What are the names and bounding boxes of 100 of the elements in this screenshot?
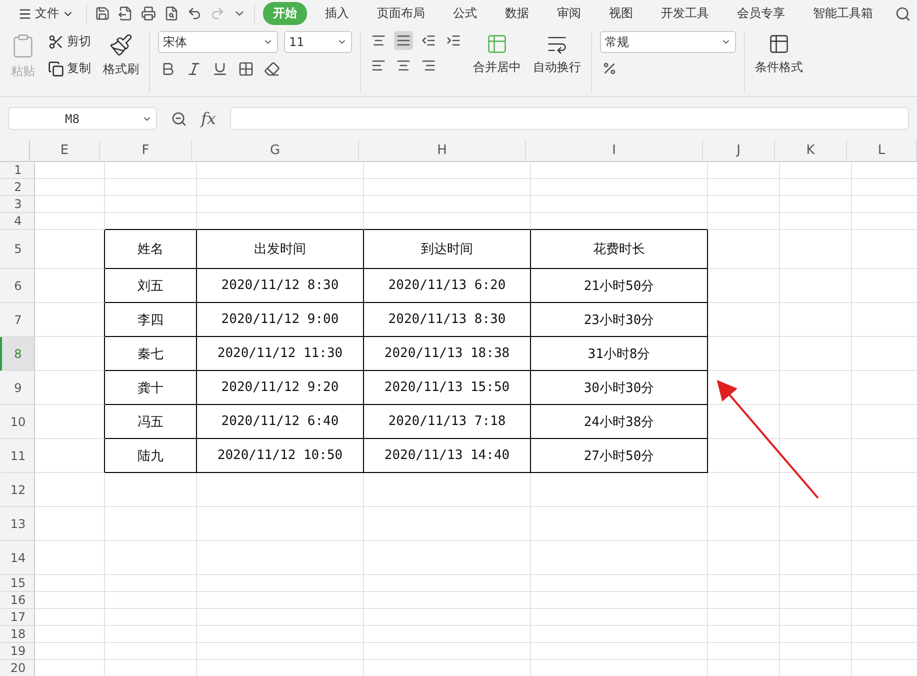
empty-cell xyxy=(780,643,852,660)
empty-cell xyxy=(708,196,780,213)
empty-cell xyxy=(780,230,852,269)
empty-cell xyxy=(708,269,780,303)
empty-cell xyxy=(780,196,852,213)
empty-cell xyxy=(708,626,780,643)
empty-cell xyxy=(708,405,780,439)
search-icon[interactable] xyxy=(895,6,911,22)
copy-button[interactable]: 复制 xyxy=(46,58,93,79)
empty-cell xyxy=(708,303,780,337)
ribbon-tab[interactable]: 视图 xyxy=(599,2,643,25)
empty-cell xyxy=(780,609,852,626)
column-header[interactable]: H xyxy=(359,140,526,161)
empty-cell xyxy=(708,337,780,371)
row-header[interactable]: 3 xyxy=(0,196,35,213)
row-header[interactable]: 20 xyxy=(0,660,35,676)
row-header[interactable]: 6 xyxy=(0,269,35,303)
row-header[interactable]: 15 xyxy=(0,575,35,592)
row-header[interactable]: 5 xyxy=(0,230,35,269)
ribbon-tab[interactable]: 会员专享 xyxy=(727,2,795,25)
column-header[interactable]: E xyxy=(30,140,100,161)
conditional-format-button[interactable]: 条件格式 xyxy=(753,31,805,96)
menu-icon xyxy=(18,6,32,20)
table-cell: 2020/11/12 8:30 xyxy=(197,269,364,303)
empty-cell xyxy=(780,473,852,507)
row-header[interactable]: 10 xyxy=(0,405,35,439)
empty-cell xyxy=(708,592,780,609)
column-header[interactable]: J xyxy=(703,140,775,161)
number-format-dropdown[interactable]: 常规 xyxy=(600,31,736,53)
font-size-dropdown[interactable]: 11 xyxy=(284,31,352,53)
file-menu[interactable]: 文件 xyxy=(14,5,78,22)
zoom-out-icon[interactable] xyxy=(171,110,187,126)
empty-cell xyxy=(708,162,780,179)
print-icon[interactable] xyxy=(141,6,156,21)
empty-cell xyxy=(708,507,780,541)
ribbon-tab[interactable]: 审阅 xyxy=(547,2,591,25)
ribbon-tab[interactable]: 数据 xyxy=(495,2,539,25)
row-header[interactable]: 14 xyxy=(0,541,35,575)
cut-button[interactable]: 剪切 xyxy=(46,31,93,52)
empty-cell xyxy=(708,575,780,592)
table-cell: 27小时50分 xyxy=(531,439,708,473)
table-cell: 2020/11/13 18:38 xyxy=(364,337,531,371)
row-header[interactable]: 13 xyxy=(0,507,35,541)
formula-field[interactable] xyxy=(230,107,909,130)
column-header[interactable]: K xyxy=(775,140,847,161)
name-box[interactable]: M8 xyxy=(8,107,157,130)
merge-center-button[interactable]: 合并居中 xyxy=(471,31,523,78)
empty-cell xyxy=(780,439,852,473)
ribbon-tab[interactable]: 插入 xyxy=(315,2,359,25)
ribbon-tab[interactable]: 公式 xyxy=(443,2,487,25)
table-icon xyxy=(768,33,790,55)
column-header[interactable]: F xyxy=(100,140,192,161)
empty-cell xyxy=(708,473,780,507)
row-header[interactable]: 7 xyxy=(0,303,35,337)
ribbon-tab[interactable]: 页面布局 xyxy=(367,2,435,25)
empty-cell xyxy=(780,337,852,371)
row-header[interactable]: 1 xyxy=(0,162,35,179)
empty-cell xyxy=(780,371,852,405)
row-header[interactable]: 18 xyxy=(0,626,35,643)
function-label[interactable]: fx xyxy=(201,109,216,128)
table-cell: 2020/11/13 14:40 xyxy=(364,439,531,473)
empty-cell xyxy=(780,507,852,541)
table-cell: 2020/11/12 10:50 xyxy=(197,439,364,473)
ribbon-tab[interactable]: 开发工具 xyxy=(651,2,719,25)
column-header[interactable]: G xyxy=(192,140,359,161)
align-middle-icon[interactable] xyxy=(394,31,413,50)
format-painter-button[interactable]: 格式刷 xyxy=(101,31,141,80)
row-header[interactable]: 16 xyxy=(0,592,35,609)
row-header[interactable]: 19 xyxy=(0,643,35,660)
save-icon[interactable] xyxy=(95,6,110,21)
empty-cell xyxy=(708,371,780,405)
empty-cell xyxy=(708,439,780,473)
undo-icon[interactable] xyxy=(187,6,202,21)
row-header[interactable]: 9 xyxy=(0,371,35,405)
wrap-text-button[interactable]: 自动换行 xyxy=(531,31,583,78)
row-header[interactable]: 4 xyxy=(0,213,35,230)
table-cell: 2020/11/12 6:40 xyxy=(197,405,364,439)
table-cell: 李四 xyxy=(105,303,197,337)
export-icon[interactable] xyxy=(118,6,133,21)
table-cell: 姓名 xyxy=(105,230,197,269)
row-header[interactable]: 11 xyxy=(0,439,35,473)
table-cell: 23小时30分 xyxy=(531,303,708,337)
column-header[interactable]: L xyxy=(847,140,917,161)
print-preview-icon[interactable] xyxy=(164,6,179,21)
column-header[interactable]: I xyxy=(526,140,703,161)
row-header[interactable]: 2 xyxy=(0,179,35,196)
empty-cell xyxy=(708,230,780,269)
row-header[interactable]: 12 xyxy=(0,473,35,507)
copy-icon xyxy=(48,60,64,76)
font-dropdown[interactable]: 宋体 xyxy=(158,31,278,53)
paintbrush-icon xyxy=(109,33,133,57)
empty-cell xyxy=(708,179,780,196)
table-cell: 30小时30分 xyxy=(531,371,708,405)
ribbon-tab[interactable]: 智能工具箱 xyxy=(803,2,883,25)
scissors-icon xyxy=(48,34,64,50)
empty-cell xyxy=(780,269,852,303)
table-cell: 2020/11/12 9:00 xyxy=(197,303,364,337)
table-cell: 刘五 xyxy=(105,269,197,303)
row-header[interactable]: 17 xyxy=(0,609,35,626)
table-cell: 2020/11/13 8:30 xyxy=(364,303,531,337)
